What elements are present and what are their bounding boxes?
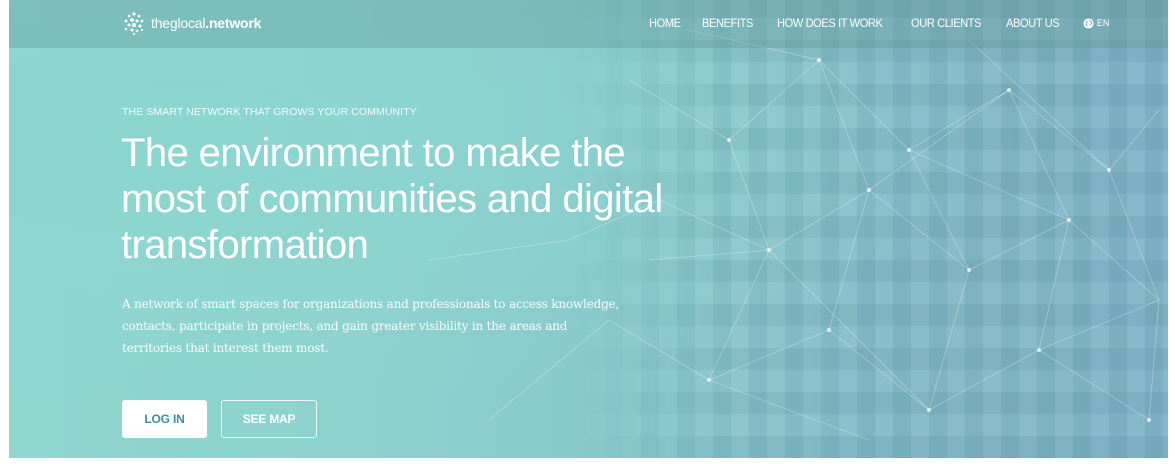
- logo-network-icon: [124, 12, 144, 36]
- hero-section: theglocal.network HOME BENEFITS HOW DOES…: [9, 0, 1168, 458]
- main-navigation: HOME BENEFITS HOW DOES IT WORK OUR CLIEN…: [649, 16, 1109, 30]
- nav-how-does-it-work[interactable]: HOW DOES IT WORK: [777, 16, 883, 30]
- see-map-button[interactable]: SEE MAP: [221, 400, 317, 438]
- hero-tagline: THE SMART NETWORK THAT GROWS YOUR COMMUN…: [122, 106, 417, 118]
- login-button[interactable]: LOG IN: [122, 400, 207, 438]
- nav-benefits[interactable]: BENEFITS: [702, 16, 753, 30]
- globe-icon: [1083, 17, 1094, 29]
- site-logo[interactable]: theglocal.network: [121, 10, 261, 36]
- language-code: EN: [1096, 18, 1110, 28]
- nav-our-clients[interactable]: OUR CLIENTS: [911, 16, 982, 30]
- language-selector[interactable]: EN: [1083, 17, 1110, 29]
- top-navbar: theglocal.network HOME BENEFITS HOW DOES…: [9, 0, 1168, 48]
- nav-home[interactable]: HOME: [649, 16, 681, 30]
- hero-description: A network of smart spaces for organizati…: [122, 297, 620, 355]
- hero-headline: The environment to make the most of comm…: [121, 131, 663, 267]
- logo-text: theglocal.network: [151, 15, 262, 31]
- nav-about-us[interactable]: ABOUT US: [1006, 16, 1060, 30]
